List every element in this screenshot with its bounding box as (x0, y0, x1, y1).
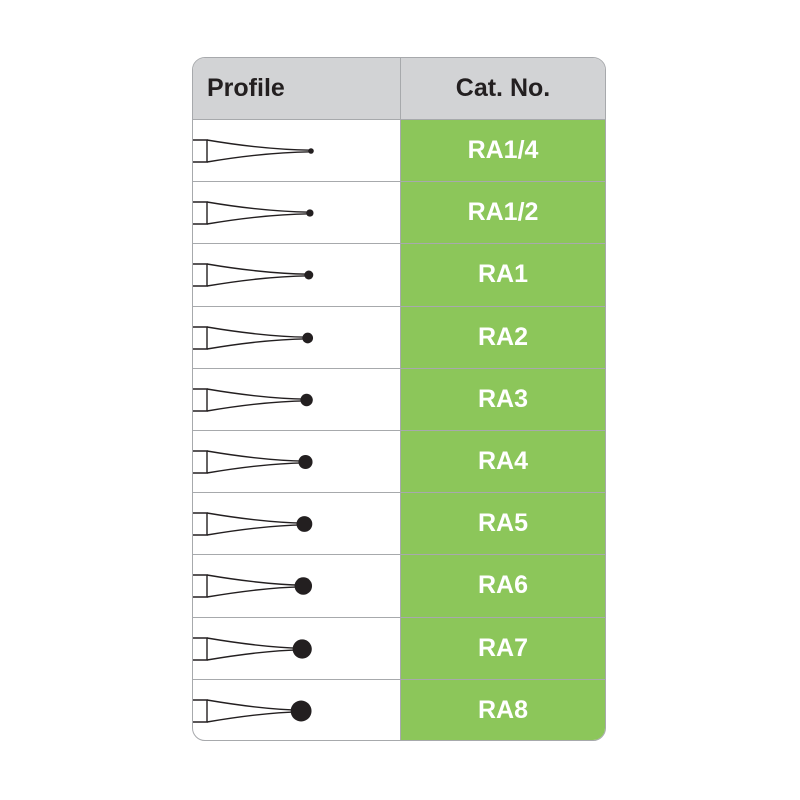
table-row: RA3 (193, 368, 605, 431)
neck-shape (206, 450, 306, 474)
shank-shape (193, 388, 208, 412)
shank-shape (193, 574, 208, 599)
bur-profile-cell (193, 493, 401, 555)
bur-profile-icon (193, 698, 312, 723)
cat-no-cell: RA1 (401, 244, 605, 306)
cat-no-cell: RA2 (401, 306, 605, 368)
round-head-shape (304, 270, 314, 280)
neck-shape (206, 388, 307, 412)
bur-profile-icon (193, 388, 313, 412)
bur-profile-cell (193, 617, 401, 679)
bur-profile-cell (193, 430, 401, 493)
shank-shape (193, 201, 208, 225)
shank-shape (193, 636, 208, 661)
bur-profile-cell (193, 679, 401, 740)
cat-no-cell: RA5 (401, 493, 605, 555)
table-row: RA1/2 (193, 182, 605, 245)
round-head-shape (298, 454, 313, 469)
bur-profile-cell (193, 368, 401, 430)
neck-shape (206, 139, 312, 163)
header-profile: Profile (193, 58, 401, 119)
neck-shape (206, 698, 302, 723)
bur-profile-cell (193, 182, 401, 244)
neck-shape (206, 325, 308, 350)
bur-profile-icon (193, 201, 314, 225)
cat-no-cell: RA3 (401, 368, 605, 430)
shank-shape (193, 698, 208, 723)
cat-no-cell: RA6 (401, 555, 605, 617)
round-head-shape (290, 700, 312, 722)
table-row: RA7 (193, 617, 605, 680)
cat-no-cell: RA4 (401, 430, 605, 493)
table-body: RA1/4 RA1/2 RA1 RA2 RA3 RA4 RA5 RA6 RA7 RA8 (193, 120, 605, 740)
bur-profile-icon (193, 139, 314, 163)
neck-shape (206, 512, 305, 536)
shank-shape (193, 263, 208, 288)
table-row: RA1/4 (193, 120, 605, 183)
bur-profile-cell (193, 306, 401, 368)
shank-shape (193, 139, 208, 163)
table-row: RA5 (193, 493, 605, 556)
header-cat-no: Cat. No. (455, 74, 551, 102)
table-header: Profile Cat. No. (193, 58, 605, 120)
neck-shape (206, 263, 309, 288)
cat-no-cell: RA1/2 (401, 182, 605, 244)
round-head-shape (308, 148, 314, 154)
bur-profile-icon (193, 325, 314, 350)
shank-shape (193, 325, 208, 350)
bur-profile-cell (193, 120, 401, 182)
shank-shape (193, 450, 208, 474)
table-row: RA8 (193, 679, 605, 740)
cat-no-cell: RA7 (401, 617, 605, 679)
cat-no-cell: RA8 (401, 679, 605, 740)
neck-shape (206, 636, 303, 661)
bur-profile-icon (193, 574, 313, 599)
cat-no-cell: RA1/4 (401, 120, 605, 182)
round-head-shape (306, 209, 314, 217)
table-row: RA4 (193, 430, 605, 494)
round-head-shape (296, 516, 313, 533)
bur-profile-icon (193, 636, 312, 661)
bur-profile-cell (193, 555, 401, 617)
bur-profile-cell (193, 244, 401, 306)
round-head-shape (302, 332, 314, 343)
neck-shape (206, 574, 304, 599)
table-row: RA2 (193, 306, 605, 369)
bur-profile-icon (193, 512, 313, 536)
table-row: RA1 (193, 244, 605, 307)
bur-profile-icon (193, 450, 313, 474)
bur-profile-icon (193, 263, 314, 288)
product-table: Profile Cat. No. RA1/4 RA1/2 RA1 RA2 RA3 RA4 R… (192, 57, 606, 741)
round-head-shape (294, 577, 313, 596)
round-head-shape (300, 393, 313, 406)
neck-shape (206, 201, 310, 225)
shank-shape (193, 512, 208, 536)
table-row: RA6 (193, 555, 605, 618)
round-head-shape (292, 638, 312, 659)
